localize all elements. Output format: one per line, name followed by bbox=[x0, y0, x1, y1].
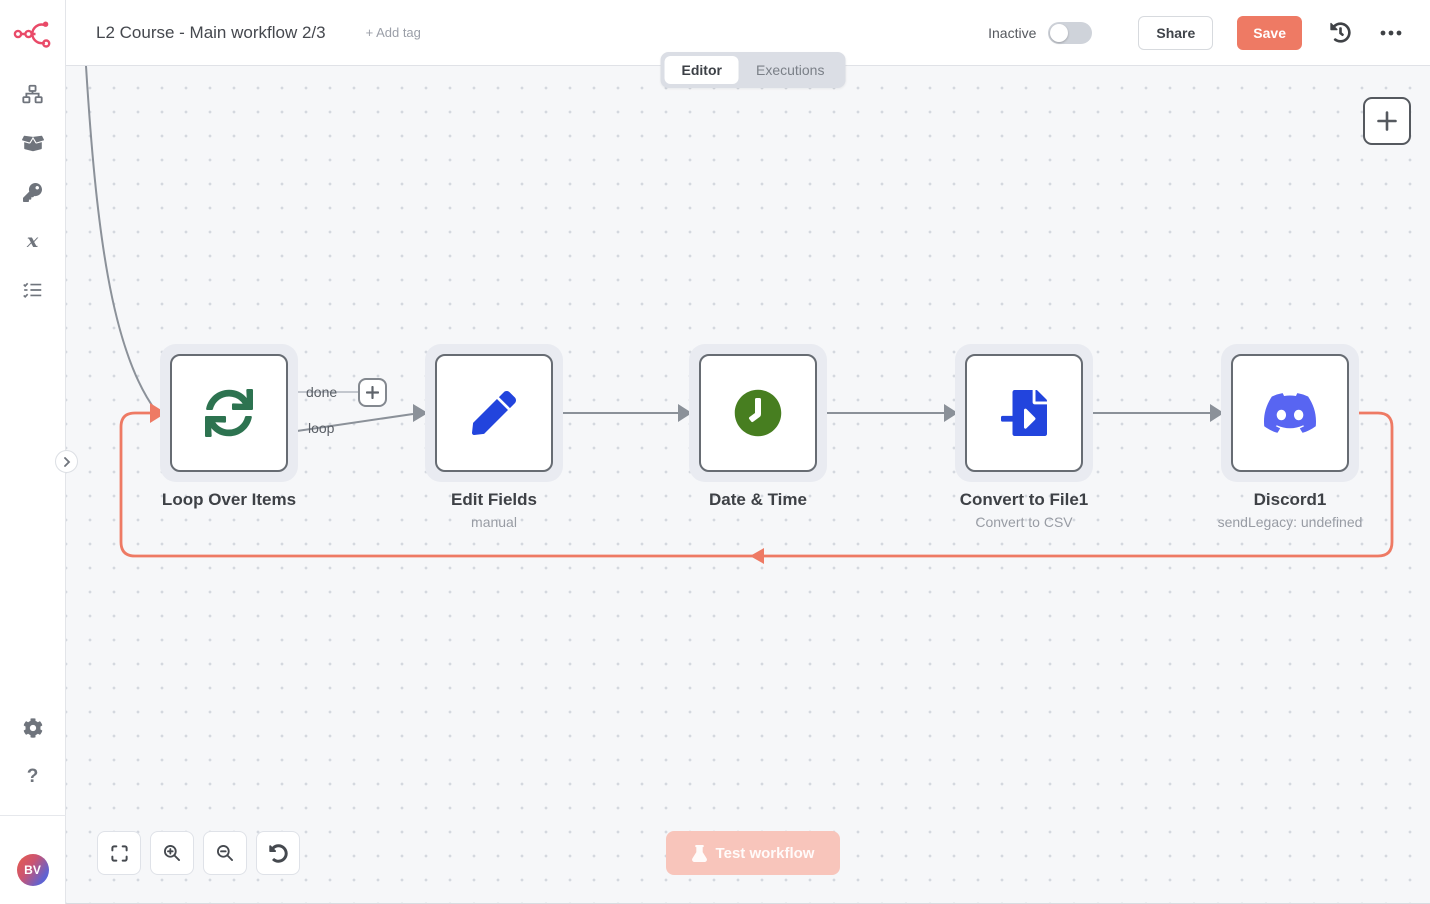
node-box[interactable] bbox=[1231, 354, 1349, 472]
node-loop-over-items: Loop Over Items bbox=[160, 344, 298, 482]
tab-editor[interactable]: Editor bbox=[665, 56, 739, 84]
node-discord: Discord1 sendLegacy: undefined bbox=[1221, 344, 1359, 482]
tab-executions[interactable]: Executions bbox=[739, 56, 841, 84]
zoom-in-icon bbox=[162, 843, 182, 863]
executions-icon[interactable] bbox=[22, 279, 44, 301]
settings-gear-icon[interactable] bbox=[22, 717, 44, 739]
user-avatar[interactable]: BV bbox=[17, 854, 49, 886]
node-subtitle: manual bbox=[451, 514, 537, 530]
n8n-app: x ? BV bbox=[0, 0, 1430, 904]
templates-icon[interactable] bbox=[22, 132, 44, 154]
more-options-icon[interactable] bbox=[1378, 21, 1404, 45]
workflows-icon[interactable] bbox=[22, 83, 44, 105]
n8n-logo[interactable] bbox=[13, 18, 53, 55]
add-node-button[interactable] bbox=[1363, 97, 1411, 145]
node-box[interactable] bbox=[699, 354, 817, 472]
node-title: Edit Fields bbox=[451, 490, 537, 510]
add-node-on-connection-button[interactable] bbox=[358, 378, 387, 407]
reset-zoom-button[interactable] bbox=[256, 831, 300, 875]
canvas-zoom-controls bbox=[97, 831, 300, 875]
zoom-out-icon bbox=[215, 843, 235, 863]
workflow-title[interactable]: L2 Course - Main workflow 2/3 bbox=[96, 23, 326, 43]
workflow-canvas[interactable]: done loop Loop Over Items bbox=[66, 66, 1430, 903]
plus-icon bbox=[366, 386, 379, 399]
connections-layer bbox=[66, 66, 1430, 903]
connection-label-done: done bbox=[306, 384, 337, 400]
zoom-in-button[interactable] bbox=[150, 831, 194, 875]
pencil-icon bbox=[472, 391, 516, 435]
plus-icon bbox=[1377, 111, 1397, 131]
loop-sync-icon bbox=[205, 389, 253, 437]
zoom-to-fit-button[interactable] bbox=[97, 831, 141, 875]
node-subtitle: Convert to CSV bbox=[960, 514, 1088, 530]
credentials-key-icon[interactable] bbox=[22, 181, 44, 203]
history-icon[interactable] bbox=[1328, 21, 1352, 45]
node-box[interactable] bbox=[435, 354, 553, 472]
node-edit-fields: Edit Fields manual bbox=[425, 344, 563, 482]
sidebar-expand-button[interactable] bbox=[55, 450, 78, 473]
sidebar-divider bbox=[0, 815, 66, 816]
zoom-to-fit-icon bbox=[110, 844, 129, 863]
node-title: Date & Time bbox=[709, 490, 807, 510]
editor-executions-tabs: Editor Executions bbox=[661, 52, 846, 88]
file-import-icon bbox=[1001, 390, 1047, 436]
workflow-status-label: Inactive bbox=[988, 25, 1036, 41]
test-workflow-button[interactable]: Test workflow bbox=[666, 831, 840, 875]
sidebar: x ? BV bbox=[0, 0, 66, 904]
toggle-knob bbox=[1050, 24, 1068, 42]
help-icon[interactable]: ? bbox=[22, 765, 44, 787]
node-title: Convert to File1 bbox=[960, 490, 1088, 510]
share-button[interactable]: Share bbox=[1138, 16, 1213, 50]
node-title: Discord1 bbox=[1218, 490, 1363, 510]
discord-icon bbox=[1264, 387, 1316, 439]
variables-icon[interactable]: x bbox=[22, 230, 44, 252]
reset-zoom-icon bbox=[269, 844, 288, 863]
clock-icon bbox=[734, 389, 782, 437]
node-box[interactable] bbox=[170, 354, 288, 472]
active-toggle[interactable] bbox=[1048, 22, 1092, 44]
node-subtitle: sendLegacy: undefined bbox=[1218, 514, 1363, 530]
add-tag-button[interactable]: + Add tag bbox=[366, 25, 421, 40]
test-workflow-label: Test workflow bbox=[716, 845, 815, 862]
connection-label-loop: loop bbox=[308, 420, 334, 436]
node-title: Loop Over Items bbox=[162, 490, 296, 510]
zoom-out-button[interactable] bbox=[203, 831, 247, 875]
node-convert-to-file: Convert to File1 Convert to CSV bbox=[955, 344, 1093, 482]
flask-icon bbox=[692, 845, 707, 862]
node-date-time: Date & Time bbox=[689, 344, 827, 482]
save-button[interactable]: Save bbox=[1237, 16, 1302, 50]
node-box[interactable] bbox=[965, 354, 1083, 472]
